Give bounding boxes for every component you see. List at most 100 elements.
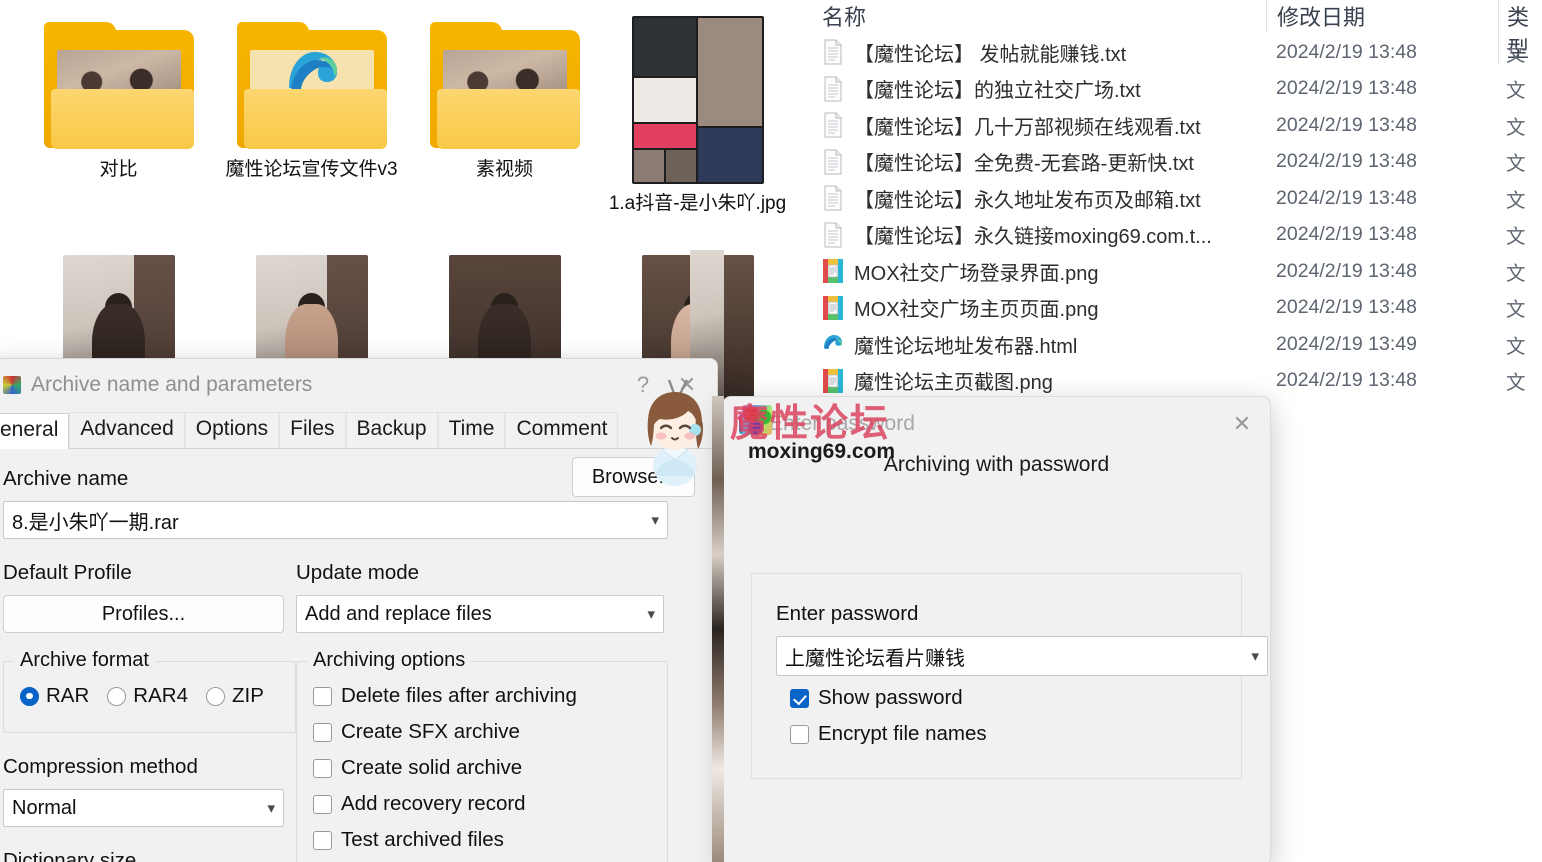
file-name-cell[interactable]: MOX社交广场登录界面.png <box>800 257 1266 286</box>
file-name-text: 魔性论坛地址发布器.html <box>854 335 1078 358</box>
winrar-title-bar: Archive name and parameters ? ✕ <box>0 359 717 411</box>
radio-label: RAR <box>46 684 90 707</box>
desktop-icon-label: 魔性论坛宣传文件v3 <box>225 159 398 180</box>
default-profile-label: Default Profile <box>3 561 132 584</box>
enter-password-label: Enter password <box>776 602 919 625</box>
checkbox-create-sfx-archive[interactable]: Create SFX archive <box>313 720 667 744</box>
text-file-icon <box>824 76 842 102</box>
archive-name-input[interactable]: 8.是小朱吖一期.rar ▾ <box>3 501 668 539</box>
password-value: 上魔性论坛看片赚钱 <box>785 647 965 670</box>
file-explorer-list: 名称 修改日期 类型 【魔性论坛】 发帖就能赚钱.txt 2024/2/19 13… <box>800 0 1542 400</box>
file-name-cell[interactable]: 【魔性论坛】几十万部视频在线观看.txt <box>800 111 1266 140</box>
folder-icon <box>429 22 580 150</box>
tab-comment[interactable]: Comment <box>505 412 619 449</box>
file-name-text: 魔性论坛主页截图.png <box>854 372 1053 395</box>
text-file-icon <box>824 222 842 248</box>
radio-dot-icon <box>107 686 127 706</box>
checkbox-encrypt-file-names[interactable]: Encrypt file names <box>790 722 987 746</box>
table-row[interactable]: 魔性论坛地址发布器.html 2024/2/19 13:49 文 <box>800 326 1542 363</box>
tab-backup[interactable]: Backup <box>345 412 438 449</box>
radio-rar[interactable]: RAR <box>20 684 89 708</box>
tab-time[interactable]: Time <box>437 412 506 449</box>
checkbox-add-recovery-record[interactable]: Add recovery record <box>313 792 667 816</box>
tab-files[interactable]: Files <box>279 412 346 449</box>
radio-zip[interactable]: ZIP <box>205 684 264 708</box>
file-name-text: 【魔性论坛】 发帖就能赚钱.txt <box>854 43 1127 66</box>
table-row[interactable]: 【魔性论坛】几十万部视频在线观看.txt 2024/2/19 13:48 文 <box>800 107 1542 144</box>
checkbox-show-password[interactable]: Show password <box>790 686 987 710</box>
file-date-cell: 2024/2/19 13:49 <box>1276 332 1417 355</box>
password-dialog[interactable]: Enter password ✕ Archiving with password… <box>722 396 1271 862</box>
archive-format-legend: Archive format <box>14 649 155 672</box>
checkbox-label: Create SFX archive <box>341 720 520 743</box>
chevron-down-icon[interactable]: ▾ <box>1251 647 1259 665</box>
file-type-cell: 文 <box>1506 116 1526 139</box>
tab-advanced[interactable]: Advanced <box>69 412 185 449</box>
table-row[interactable]: 魔性论坛主页截图.png 2024/2/19 13:48 文 <box>800 363 1542 400</box>
table-row[interactable]: MOX社交广场主页页面.png 2024/2/19 13:48 文 <box>800 290 1542 327</box>
file-name-text: 【魔性论坛】永久链接moxing69.com.t... <box>854 226 1212 249</box>
tab-eneral[interactable]: eneral <box>0 413 70 449</box>
file-date-cell: 2024/2/19 13:48 <box>1276 77 1417 100</box>
file-name-cell[interactable]: 【魔性论坛】永久链接moxing69.com.t... <box>800 220 1266 249</box>
file-name-cell[interactable]: 【魔性论坛】全免费-无套路-更新快.txt <box>800 147 1266 176</box>
file-name-cell[interactable]: 魔性论坛主页截图.png <box>800 366 1266 395</box>
table-row[interactable]: MOX社交广场登录界面.png 2024/2/19 13:48 文 <box>800 253 1542 290</box>
table-row[interactable]: 【魔性论坛】永久地址发布页及邮箱.txt 2024/2/19 13:48 文 <box>800 180 1542 217</box>
checkbox-box-icon <box>313 794 332 814</box>
file-name-cell[interactable]: 【魔性论坛】永久地址发布页及邮箱.txt <box>800 184 1266 213</box>
table-row[interactable]: 【魔性论坛】永久链接moxing69.com.t... 2024/2/19 13:… <box>800 217 1542 254</box>
desktop-icon-douyin-jpg[interactable]: 1.a抖音-是小朱吖.jpg <box>601 14 794 259</box>
table-row[interactable]: 【魔性论坛】 发帖就能赚钱.txt 2024/2/19 13:48 文 <box>800 34 1542 71</box>
image-thumbnail <box>631 16 764 184</box>
desktop-icon-label: 对比 <box>99 159 138 180</box>
archive-format-group: Archive format RAR RAR4 ZIP <box>3 649 296 733</box>
checkbox-delete-files-after-archiving[interactable]: Delete files after archiving <box>313 684 667 708</box>
file-name-cell[interactable]: 【魔性论坛】 发帖就能赚钱.txt <box>800 38 1266 67</box>
chevron-down-icon[interactable]: ▾ <box>651 511 659 529</box>
png-file-icon <box>823 259 843 284</box>
update-mode-label: Update mode <box>296 561 420 584</box>
close-icon[interactable]: ✕ <box>1220 411 1264 437</box>
compression-method-label: Compression method <box>3 755 198 778</box>
update-mode-value: Add and replace files <box>305 602 492 625</box>
desktop-icon-moxing-promo[interactable]: 魔性论坛宣传文件v3 <box>215 14 408 259</box>
password-input[interactable]: 上魔性论坛看片赚钱 ▾ <box>776 636 1268 676</box>
file-name-cell[interactable]: MOX社交广场主页页面.png <box>800 293 1266 322</box>
file-type-cell: 文 <box>1506 226 1526 249</box>
tab-options[interactable]: Options <box>184 412 280 449</box>
checkbox-create-solid-archive[interactable]: Create solid archive <box>313 756 667 780</box>
file-name-cell[interactable]: 【魔性论坛】的独立社交广场.txt <box>800 74 1266 103</box>
file-date-cell: 2024/2/19 13:48 <box>1276 223 1417 246</box>
desktop-icon-grid: 对比 魔性论坛宣传文件v3 素视频 1.a抖音-是小朱吖.jpg <box>22 14 794 259</box>
edge-html-icon <box>824 335 843 350</box>
file-date-cell: 2024/2/19 13:48 <box>1276 296 1417 319</box>
winrar-archive-dialog[interactable]: Archive name and parameters ? ✕ eneral Ad… <box>0 358 718 862</box>
file-rows: 【魔性论坛】 发帖就能赚钱.txt 2024/2/19 13:48 文【魔性论坛】的… <box>800 34 1542 399</box>
password-dialog-title: Enter password <box>769 412 915 435</box>
file-type-cell: 文 <box>1506 153 1526 176</box>
desktop-icon-suvideo[interactable]: 素视频 <box>408 14 601 259</box>
chevron-down-icon[interactable]: ▾ <box>267 799 275 817</box>
table-row[interactable]: 【魔性论坛】全免费-无套路-更新快.txt 2024/2/19 13:48 文 <box>800 144 1542 181</box>
checkbox-test-archived-files[interactable]: Test archived files <box>313 828 667 852</box>
text-file-icon <box>824 39 842 65</box>
chevron-down-icon[interactable]: ▾ <box>647 605 655 623</box>
file-name-cell[interactable]: 魔性论坛地址发布器.html <box>800 330 1266 359</box>
checkbox-label: Encrypt file names <box>818 722 987 745</box>
password-field-group: Enter password 上魔性论坛看片赚钱 ▾ Show password… <box>751 573 1268 779</box>
column-header-date[interactable]: 修改日期 <box>1266 0 1498 32</box>
compression-method-select[interactable]: Normal ▾ <box>3 789 284 827</box>
file-date-cell: 2024/2/19 13:48 <box>1276 186 1417 209</box>
file-name-text: 【魔性论坛】全免费-无套路-更新快.txt <box>854 153 1194 176</box>
desktop-icon-duibi[interactable]: 对比 <box>22 14 215 259</box>
update-mode-select[interactable]: Add and replace files ▾ <box>296 595 664 633</box>
profiles-button[interactable]: Profiles... <box>3 595 284 633</box>
table-row[interactable]: 【魔性论坛】的独立社交广场.txt 2024/2/19 13:48 文 <box>800 71 1542 108</box>
radio-label: RAR4 <box>133 684 188 707</box>
radio-label: ZIP <box>231 684 264 707</box>
column-header-name[interactable]: 名称 <box>800 0 1266 32</box>
winrar-general-panel: Browse... Archive name 8.是小朱吖一期.rar ▾ De… <box>0 449 717 862</box>
radio-rar4[interactable]: RAR4 <box>107 684 188 708</box>
file-date-cell: 2024/2/19 13:48 <box>1276 369 1417 392</box>
